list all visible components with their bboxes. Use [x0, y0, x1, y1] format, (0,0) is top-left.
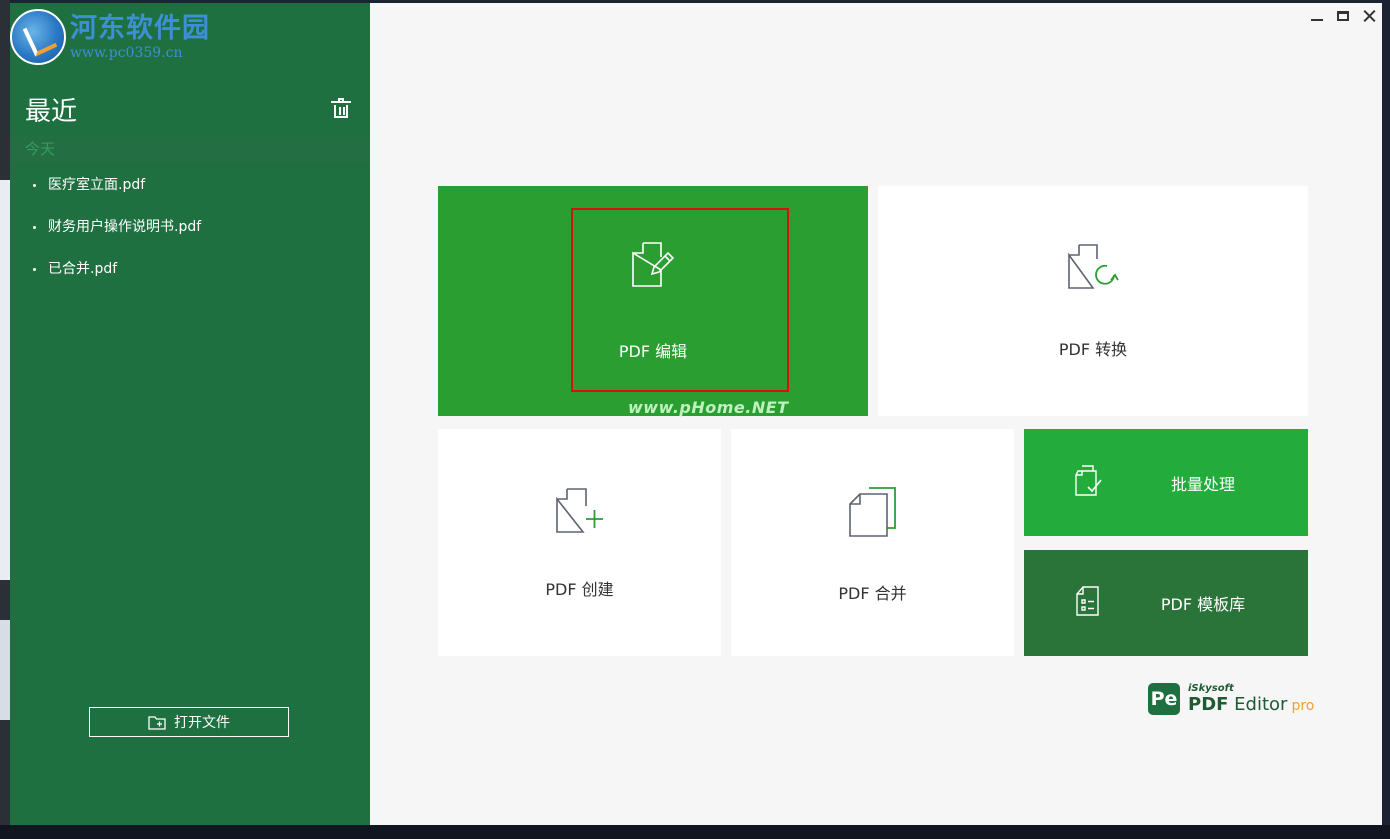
brand-edition: pro	[1291, 698, 1315, 714]
open-file-label: 打开文件	[174, 715, 230, 731]
close-button[interactable]	[1356, 3, 1382, 29]
pdf-merge-tile[interactable]: PDF 合并	[731, 429, 1014, 656]
background-window	[0, 620, 10, 720]
brand-company: iSkysoft	[1188, 683, 1234, 694]
batch-process-tile[interactable]: 批量处理	[1024, 429, 1308, 536]
merge-documents-icon	[847, 482, 899, 544]
window-controls	[1304, 3, 1382, 29]
pdf-convert-tile[interactable]: PDF 转换	[878, 186, 1308, 416]
trash-icon[interactable]	[331, 98, 351, 118]
recent-file-list: 医疗室立面.pdf 财务用户操作说明书.pdf 已合并.pdf	[10, 173, 370, 299]
selection-highlight	[571, 208, 789, 392]
pe-logo: Pe	[1148, 683, 1180, 715]
product-brand: Pe iSkysoft PDF Editor pro	[1148, 683, 1314, 715]
recent-file-item[interactable]: 已合并.pdf	[10, 257, 370, 299]
brand-product-bold: PDF	[1188, 694, 1229, 715]
pdf-convert-label: PDF 转换	[1058, 340, 1128, 359]
app-window: 河东软件园 www.pc0359.cn 最近 今天 医疗室立面.pdf 财务用户…	[10, 3, 1382, 825]
recent-title: 最近	[25, 97, 78, 127]
desktop-background	[0, 0, 10, 839]
taskbar-edge	[0, 825, 1390, 839]
open-file-button[interactable]: 打开文件	[89, 707, 289, 737]
pdf-merge-label: PDF 合并	[838, 583, 907, 603]
watermark-title: 河东软件园	[70, 12, 210, 44]
overlay-watermark: www.pHome.NET	[628, 398, 789, 417]
pdf-create-label: PDF 创建	[545, 579, 614, 599]
pdf-create-tile[interactable]: PDF 创建	[438, 429, 721, 656]
background-window	[0, 180, 10, 580]
recent-file-item[interactable]: 财务用户操作说明书.pdf	[10, 215, 370, 257]
pdf-template-label: PDF 模板库	[1160, 595, 1246, 614]
recent-file-item[interactable]: 医疗室立面.pdf	[10, 173, 370, 215]
create-document-icon	[554, 486, 606, 540]
folder-add-icon	[148, 715, 166, 730]
recent-sidebar: 河东软件园 www.pc0359.cn 最近 今天 医疗室立面.pdf 财务用户…	[10, 3, 370, 825]
convert-document-icon	[1067, 242, 1119, 296]
batch-process-label: 批量处理	[1170, 474, 1235, 494]
today-header: 今天	[10, 136, 370, 163]
brand-product-rest: Editor	[1228, 694, 1288, 715]
maximize-button[interactable]	[1330, 3, 1356, 29]
watermark-logo-icon	[10, 9, 66, 65]
pdf-edit-tile[interactable]: PDF 编辑 www.pHome.NET	[438, 186, 868, 417]
watermark-url: www.pc0359.cn	[70, 44, 183, 61]
site-watermark: 河东软件园 www.pc0359.cn	[10, 9, 210, 65]
pdf-template-tile[interactable]: PDF 模板库	[1024, 550, 1308, 656]
minimize-button[interactable]	[1304, 3, 1330, 29]
